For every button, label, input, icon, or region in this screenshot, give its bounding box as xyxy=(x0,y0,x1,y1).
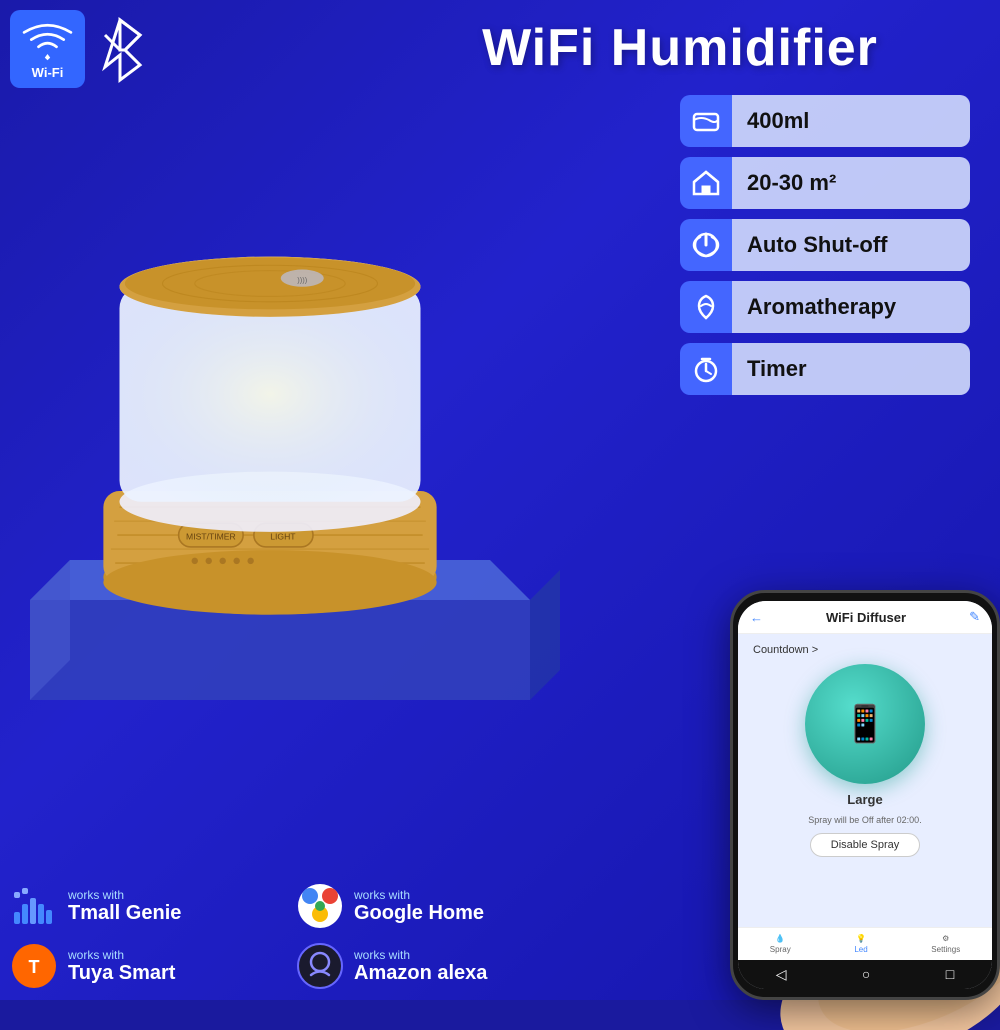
feature-shutoff: Auto Shut-off xyxy=(680,219,970,271)
feature-aromatherapy: Aromatherapy xyxy=(680,281,970,333)
timer-label: Timer xyxy=(747,356,807,382)
aromatherapy-icon-box xyxy=(680,281,732,333)
shutoff-label: Auto Shut-off xyxy=(747,232,888,258)
page-title: WiFi Humidifier xyxy=(380,18,980,78)
tuya-logo: T xyxy=(10,942,58,990)
svg-text:T: T xyxy=(29,957,40,977)
timer-icon-box xyxy=(680,343,732,395)
google-icon xyxy=(296,882,344,930)
phone-footer: 💧 Spray 💡 Led ⚙ Settings xyxy=(738,927,992,960)
phone-mockup: ← WiFi Diffuser ✎ Countdown > 📱 Large Sp… xyxy=(730,590,1000,1000)
alexa-brand: Amazon alexa xyxy=(354,962,487,985)
power-icon xyxy=(691,230,721,260)
capacity-text-box: 400ml xyxy=(732,95,970,147)
coverage-icon-box xyxy=(680,157,732,209)
alexa-works-with: works with xyxy=(354,948,487,962)
nav-home[interactable]: ○ xyxy=(862,966,870,983)
shutoff-icon-box xyxy=(680,219,732,271)
google-brand: Google Home xyxy=(354,902,484,925)
phone-screen: ← WiFi Diffuser ✎ Countdown > 📱 Large Sp… xyxy=(738,601,992,989)
phone-edit-button[interactable]: ✎ xyxy=(969,609,980,625)
wifi-label: Wi-Fi xyxy=(32,65,64,80)
phone-nav: ◁ ○ □ xyxy=(738,960,992,989)
compat-google: works with Google Home xyxy=(296,882,570,930)
timer-icon xyxy=(691,354,721,384)
svg-text:MIST/TIMER: MIST/TIMER xyxy=(186,531,236,541)
phone-back-button[interactable]: ← xyxy=(750,610,763,625)
product-area: MIST/TIMER LIGHT )))) xyxy=(0,100,600,720)
compatibility-section: works with Tmall Genie works with Google… xyxy=(10,882,570,990)
circle-control[interactable]: 📱 xyxy=(805,664,925,784)
tmall-works-with: works with xyxy=(68,888,181,902)
size-label: Large xyxy=(847,792,882,807)
compat-alexa: works with Amazon alexa xyxy=(296,942,570,990)
water-icon xyxy=(691,106,721,136)
connectivity-icons: Wi-Fi xyxy=(10,10,150,88)
footer-led[interactable]: 💡 Led xyxy=(854,934,867,954)
countdown-info: Spray will be Off after 02:00. xyxy=(808,815,921,825)
tmall-brand: Tmall Genie xyxy=(68,902,181,925)
footer-settings[interactable]: ⚙ Settings xyxy=(931,934,960,954)
bluetooth-icon xyxy=(90,15,150,85)
phone-content: Countdown > 📱 Large Spray will be Off af… xyxy=(738,634,992,927)
footer-spray[interactable]: 💧 Spray xyxy=(770,934,791,954)
coverage-text-box: 20-30 m² xyxy=(732,157,970,209)
google-works-with: works with xyxy=(354,888,484,902)
shutoff-text-box: Auto Shut-off xyxy=(732,219,970,271)
tmall-icon xyxy=(10,882,58,930)
nav-back[interactable]: ◁ xyxy=(776,966,787,983)
phone-app-title: WiFi Diffuser xyxy=(763,610,969,625)
wifi-badge: Wi-Fi xyxy=(10,10,85,88)
tmall-text: works with Tmall Genie xyxy=(68,888,181,925)
capacity-icon-box xyxy=(680,95,732,147)
phone-area: ← WiFi Diffuser ✎ Countdown > 📱 Large Sp… xyxy=(620,580,1000,1000)
house-icon xyxy=(691,168,721,198)
wifi-icon xyxy=(20,18,75,63)
tuya-text: works with Tuya Smart xyxy=(68,948,175,985)
aromatherapy-text-box: Aromatherapy xyxy=(732,281,970,333)
tuya-icon: T xyxy=(10,942,58,990)
phone-header: ← WiFi Diffuser ✎ xyxy=(738,601,992,634)
nav-recents[interactable]: □ xyxy=(946,966,954,983)
humidifier-svg: MIST/TIMER LIGHT )))) xyxy=(80,190,460,620)
tuya-brand: Tuya Smart xyxy=(68,962,175,985)
feature-coverage: 20-30 m² xyxy=(680,157,970,209)
phone-device-icon: 📱 xyxy=(843,703,888,745)
compat-tmall: works with Tmall Genie xyxy=(10,882,284,930)
timer-text-box: Timer xyxy=(732,343,970,395)
coverage-label: 20-30 m² xyxy=(747,170,836,196)
compat-tuya: T works with Tuya Smart xyxy=(10,942,284,990)
svg-text:)))): )))) xyxy=(297,275,308,284)
alexa-text: works with Amazon alexa xyxy=(354,948,487,985)
disable-spray-button[interactable]: Disable Spray xyxy=(810,833,920,857)
aromatherapy-label: Aromatherapy xyxy=(747,294,896,320)
tmall-logo xyxy=(10,882,58,930)
google-text: works with Google Home xyxy=(354,888,484,925)
alexa-logo xyxy=(296,942,344,990)
alexa-icon xyxy=(296,942,344,990)
capacity-label: 400ml xyxy=(747,108,809,134)
tuya-works-with: works with xyxy=(68,948,175,962)
aroma-icon xyxy=(691,292,721,322)
features-list: 400ml 20-30 m² Auto Shut-off xyxy=(680,95,970,395)
countdown-label: Countdown > xyxy=(748,644,818,656)
feature-capacity: 400ml xyxy=(680,95,970,147)
feature-timer: Timer xyxy=(680,343,970,395)
svg-text:LIGHT: LIGHT xyxy=(270,531,296,541)
google-logo xyxy=(296,882,344,930)
